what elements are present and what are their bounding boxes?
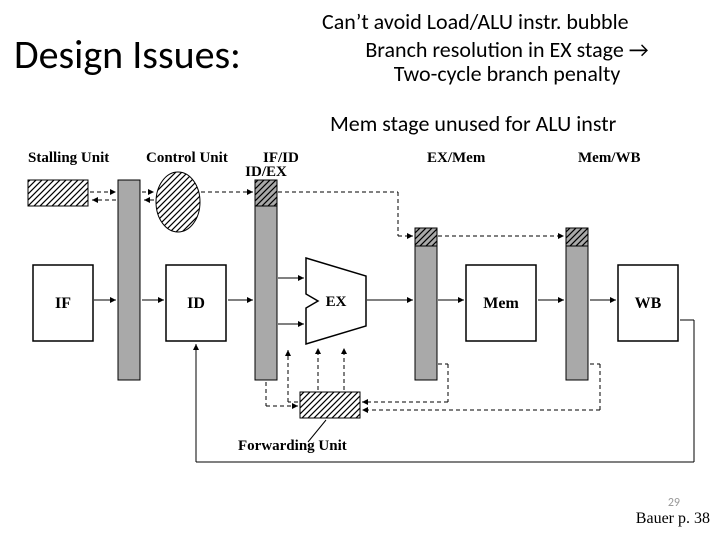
bullet-load-alu: Can’t avoid Load/ALU instr. bubble [322, 10, 629, 34]
page-number: 29 [668, 496, 680, 510]
label-stalling-unit: Stalling Unit [28, 150, 109, 167]
svg-text:ID: ID [187, 295, 205, 312]
label-control-unit: Control Unit [146, 150, 228, 167]
slide-title: Design Issues: [14, 30, 241, 79]
svg-text:Forwarding Unit: Forwarding Unit [238, 438, 347, 454]
citation: Bauer p. 38 [636, 510, 710, 528]
pipeline-svg: IF ID EX Mem WB Forwarding Unit [18, 150, 702, 480]
bullet-branch-resolution: Branch resolution in EX stage → Two-cycl… [342, 38, 672, 86]
label-mem-wb: Mem/WB [578, 150, 640, 167]
svg-text:IF: IF [55, 295, 71, 312]
pipeline-diagram: Stalling Unit Control Unit IF/ID EX/Mem … [18, 150, 702, 480]
svg-text:Mem: Mem [483, 295, 519, 312]
svg-text:EX: EX [326, 294, 347, 310]
svg-text:WB: WB [635, 295, 662, 312]
label-if-id: IF/ID [263, 150, 299, 167]
label-ex-mem: EX/Mem [427, 150, 485, 167]
bullet-mem-unused: Mem stage unused for ALU instr [330, 112, 616, 136]
